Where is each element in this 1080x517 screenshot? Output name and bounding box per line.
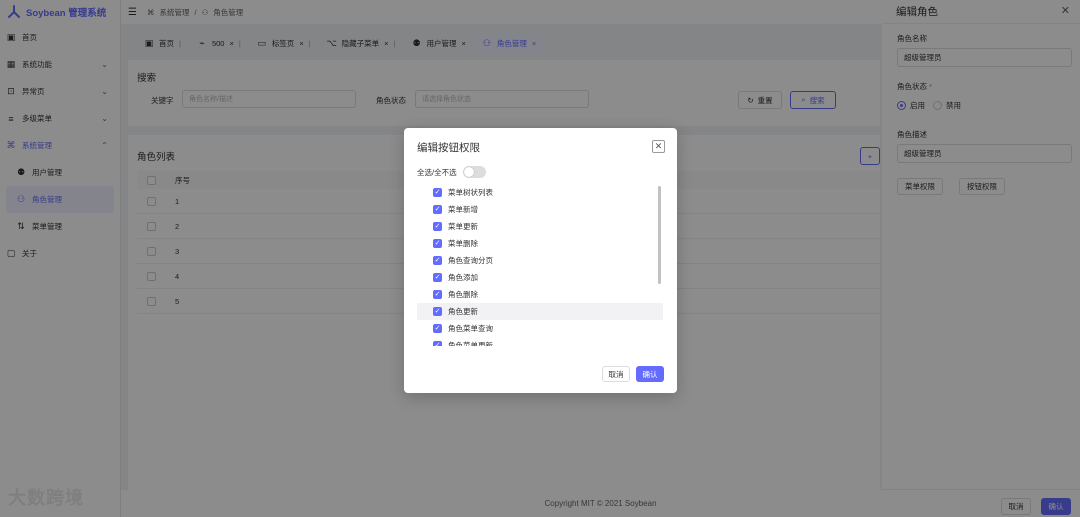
checked-checkbox-icon[interactable]: ✓ xyxy=(433,222,442,231)
permission-list: ✓ 菜单树状列表 ✓ 菜单新增 ✓ 菜单更新 ✓ 菜单删除 ✓ 角色查询分页 ✓ 角色添加 ✓ 角色删除 ✓… xyxy=(417,184,663,346)
checked-checkbox-icon[interactable]: ✓ xyxy=(433,239,442,248)
checked-checkbox-icon[interactable]: ✓ xyxy=(433,205,442,214)
drawer-dim xyxy=(882,0,1080,517)
permission-item[interactable]: ✓ 菜单删除 xyxy=(417,235,663,252)
permission-label: 角色查询分页 xyxy=(448,256,493,265)
edit-button-permission-modal: 编辑按钮权限 ✕ 全选/全不选 ✓ 菜单树状列表 ✓ 菜单新增 ✓ 菜单更新 ✓ 菜单删除 ✓ 角… xyxy=(404,128,677,393)
permission-item[interactable]: ✓ 角色查询分页 xyxy=(417,252,663,269)
select-all-row: 全选/全不选 xyxy=(417,166,486,178)
permission-label: 角色添加 xyxy=(448,273,478,282)
checked-checkbox-icon[interactable]: ✓ xyxy=(433,290,442,299)
permission-label: 菜单更新 xyxy=(448,222,478,231)
close-icon[interactable]: ✕ xyxy=(652,140,665,153)
modal-title: 编辑按钮权限 xyxy=(417,142,480,154)
button-label: 取消 xyxy=(608,369,624,379)
permission-label: 角色菜单更新 xyxy=(448,341,493,346)
select-all-label: 全选/全不选 xyxy=(417,167,457,177)
checked-checkbox-icon[interactable]: ✓ xyxy=(433,307,442,316)
permission-item[interactable]: ✓ 菜单树状列表 xyxy=(417,184,663,201)
permission-label: 角色删除 xyxy=(448,290,478,299)
modal-confirm-button[interactable]: 确认 xyxy=(636,366,664,382)
select-all-switch[interactable] xyxy=(462,166,486,178)
permission-label: 角色更新 xyxy=(448,307,478,316)
modal-cancel-button[interactable]: 取消 xyxy=(602,366,630,382)
scrollbar[interactable] xyxy=(658,186,661,284)
permission-item[interactable]: ✓ 角色更新 xyxy=(417,303,663,320)
checked-checkbox-icon[interactable]: ✓ xyxy=(433,273,442,282)
checked-checkbox-icon[interactable]: ✓ xyxy=(433,188,442,197)
permission-item[interactable]: ✓ 角色删除 xyxy=(417,286,663,303)
permission-item[interactable]: ✓ 角色添加 xyxy=(417,269,663,286)
permission-label: 菜单树状列表 xyxy=(448,188,493,197)
permission-item[interactable]: ✓ 角色菜单查询 xyxy=(417,320,663,337)
permission-label: 菜单删除 xyxy=(448,239,478,248)
permission-label: 角色菜单查询 xyxy=(448,324,493,333)
checked-checkbox-icon[interactable]: ✓ xyxy=(433,341,442,346)
button-label: 确认 xyxy=(642,369,658,379)
checked-checkbox-icon[interactable]: ✓ xyxy=(433,256,442,265)
checked-checkbox-icon[interactable]: ✓ xyxy=(433,324,442,333)
permission-item[interactable]: ✓ 菜单更新 xyxy=(417,218,663,235)
permission-item[interactable]: ✓ 菜单新增 xyxy=(417,201,663,218)
permission-label: 菜单新增 xyxy=(448,205,478,214)
permission-item[interactable]: ✓ 角色菜单更新 xyxy=(417,337,663,346)
